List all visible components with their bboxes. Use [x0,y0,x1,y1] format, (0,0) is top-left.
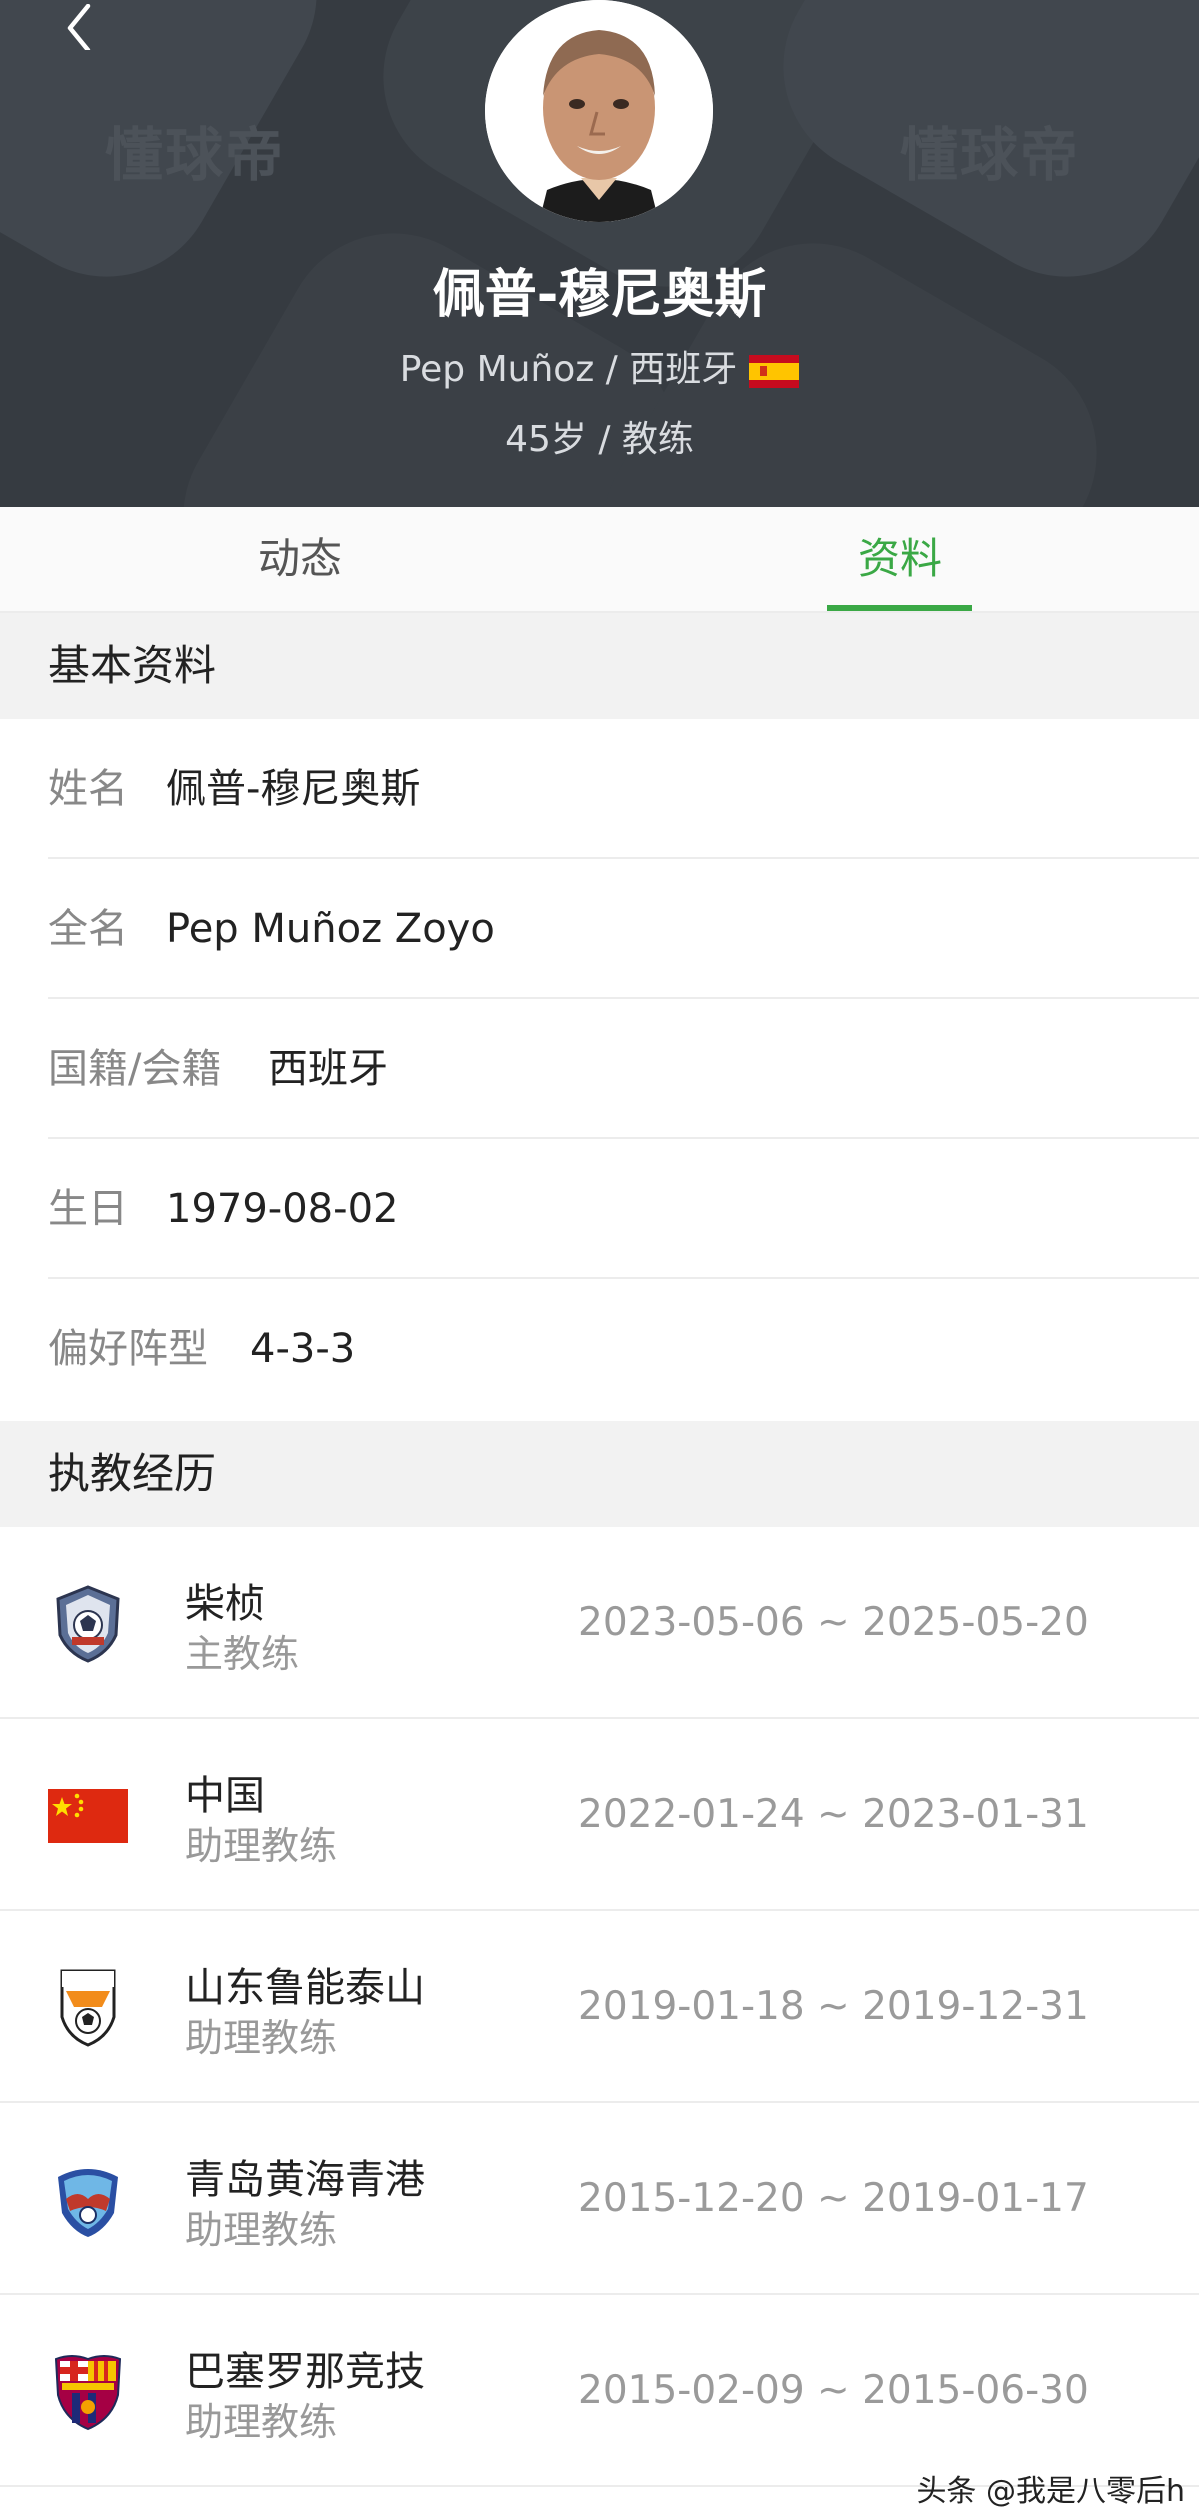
team-name: 中国 [185,1773,265,1819]
section-header-basic: 基本资料 [0,613,1199,719]
tenure-dates: 2015-02-09 ~ 2015-06-30 [578,2368,1089,2413]
spain-flag-icon [749,354,800,388]
active-tab-indicator [827,605,972,611]
info-label: 全名 [48,906,128,952]
coach-role: 助理教练 [185,2400,338,2444]
name-nationality-line: Pep Muñoz / 西班牙 [0,340,1199,392]
info-value: Pep Muñoz Zoyo [166,906,495,952]
info-row-name: 姓名 佩普-穆尼奥斯 [0,719,1199,859]
info-value: 西班牙 [268,1046,388,1092]
china-flag-icon [48,1789,128,1843]
info-label: 姓名 [48,766,128,812]
section-title: 执教经历 [48,1449,217,1498]
history-row[interactable]: 山东鲁能泰山 助理教练 2019-01-18 ~ 2019-12-31 [0,1911,1199,2103]
age: 45岁 [505,419,587,460]
tenure-dates: 2015-12-20 ~ 2019-01-17 [578,2176,1089,2221]
avatar [485,0,713,222]
info-label: 偏好阵型 [48,1326,208,1372]
info-value: 佩普-穆尼奥斯 [166,766,421,812]
chevron-left-icon[interactable] [58,4,104,50]
section-title: 基本资料 [48,641,217,690]
chaizhen-badge-icon [56,1585,120,1663]
role: 教练 [621,419,694,460]
age-role-line: 45岁 / 教练 [0,410,1199,462]
info-label: 国籍/会籍 [48,1046,222,1092]
info-value: 4-3-3 [250,1326,356,1372]
tab-feed[interactable]: 动态 [200,507,400,611]
separator: / [594,349,630,390]
watermark-logo: 懂球帝 [105,121,286,189]
qingdao-huanghai-badge-icon [58,2169,118,2237]
team-name: 青岛黄海青港 [185,2157,425,2203]
shandong-luneng-badge-icon [60,1969,116,2047]
info-row-nationality: 国籍/会籍 西班牙 [0,999,1199,1139]
nationality: 西班牙 [629,349,738,390]
section-header-history: 执教经历 [0,1421,1199,1527]
tenure-dates: 2022-01-24 ~ 2023-01-31 [578,1792,1089,1837]
info-label: 生日 [48,1186,128,1232]
coach-role: 主教练 [185,1632,300,1676]
coach-role: 助理教练 [185,2016,338,2060]
profile-header: 懂球帝 懂球帝 佩普-穆尼奥斯 Pep Muñoz / 西班牙 45岁 / 教练 [0,0,1199,507]
tenure-dates: 2023-05-06 ~ 2025-05-20 [578,1600,1089,1645]
team-name: 柴桢 [185,1581,265,1627]
tenure-dates: 2019-01-18 ~ 2019-12-31 [578,1984,1089,2029]
history-row[interactable]: 巴塞罗那竞技 助理教练 2015-02-09 ~ 2015-06-30 [0,2295,1199,2487]
info-row-formation: 偏好阵型 4-3-3 [0,1279,1199,1419]
tab-bar: 动态 资料 [0,507,1199,613]
watermark-logo: 懂球帝 [900,121,1081,189]
separator: / [586,419,622,460]
history-row[interactable]: 中国 助理教练 2022-01-24 ~ 2023-01-31 [0,1719,1199,1911]
info-value: 1979-08-02 [166,1186,399,1232]
coach-role: 助理教练 [185,2208,338,2252]
info-row-fullname: 全名 Pep Muñoz Zoyo [0,859,1199,999]
english-name: Pep Muñoz [399,349,595,390]
coach-role: 助理教练 [185,1824,338,1868]
history-row[interactable]: 青岛黄海青港 助理教练 2015-12-20 ~ 2019-01-17 [0,2103,1199,2295]
history-row[interactable]: 柴桢 主教练 2023-05-06 ~ 2025-05-20 [0,1527,1199,1719]
footer-watermark: 头条 @我是八零后h [916,2474,1185,2509]
tab-profile[interactable]: 资料 [800,507,1000,611]
player-name: 佩普-穆尼奥斯 [432,265,767,325]
info-row-birthday: 生日 1979-08-02 [0,1139,1199,1279]
barcelona-atletic-badge-icon [54,2355,122,2431]
team-name: 巴塞罗那竞技 [185,2349,425,2395]
team-name: 山东鲁能泰山 [185,1965,425,2011]
